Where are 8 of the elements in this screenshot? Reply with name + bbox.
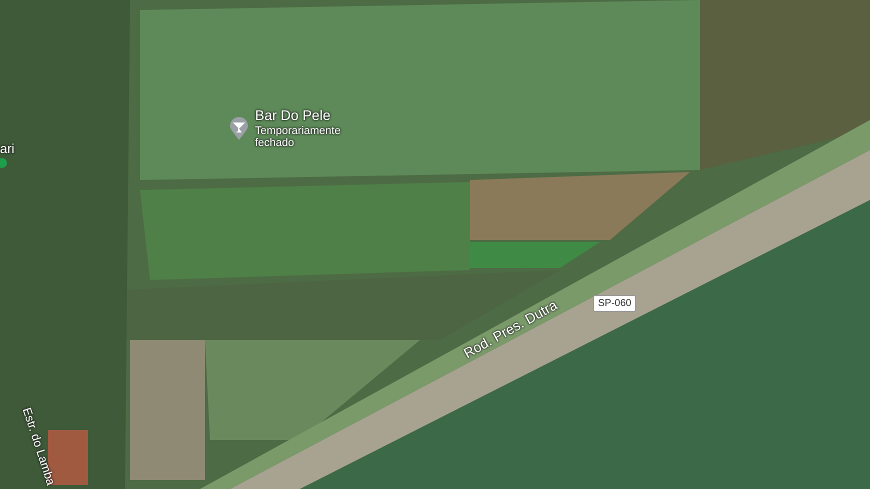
road-label: Estr. do Lamba <box>20 406 58 488</box>
place-status: Temporariamente fechado <box>255 125 342 150</box>
place-name[interactable]: Bar Do Pele <box>255 108 330 124</box>
bar-pin-icon[interactable] <box>229 117 249 141</box>
road-label: Rod. Pres. Dutra <box>461 297 560 362</box>
place-name[interactable]: ari <box>0 142 14 156</box>
place-marker-icon[interactable] <box>0 155 7 171</box>
route-shield: SP-060 <box>593 295 636 312</box>
